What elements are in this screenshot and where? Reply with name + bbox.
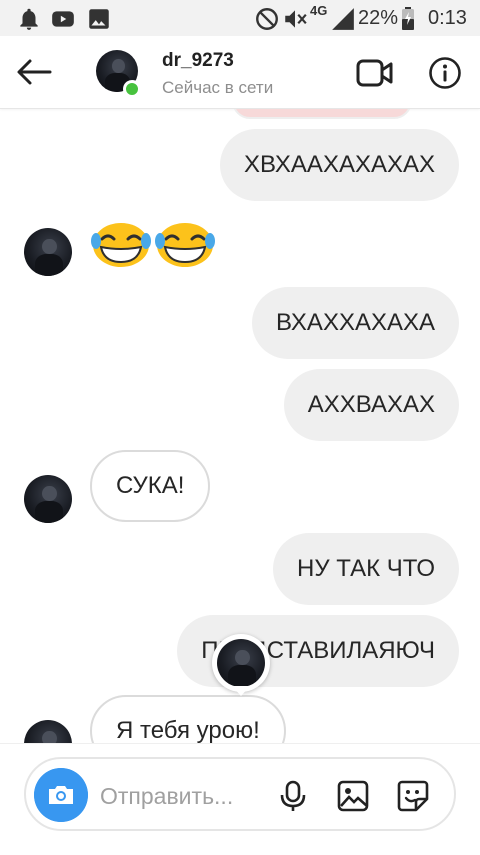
seen-indicator-pointer <box>232 686 250 696</box>
message-input[interactable] <box>100 781 260 811</box>
sender-avatar[interactable] <box>24 475 72 523</box>
network-type: 4G <box>310 3 328 18</box>
image-icon[interactable] <box>336 779 370 813</box>
notification-icon <box>20 8 38 30</box>
battery-percent: 22% <box>358 7 399 29</box>
sticker-icon[interactable] <box>396 779 430 813</box>
contact-username[interactable]: dr_9273 <box>162 50 234 72</box>
mute-icon <box>285 10 307 28</box>
video-call-icon[interactable] <box>356 58 394 88</box>
message-composer <box>24 757 456 831</box>
signal-icon <box>332 8 354 30</box>
info-icon[interactable] <box>428 56 462 90</box>
message-in[interactable]: СУКА! <box>90 450 211 522</box>
message-out[interactable]: НУ ТАК ЧТО <box>272 533 459 605</box>
back-arrow-icon[interactable] <box>14 54 56 90</box>
message-out[interactable]: АХХВАХАХ <box>283 369 459 441</box>
composer-bar <box>0 743 480 855</box>
battery-icon <box>402 7 414 30</box>
gallery-icon <box>89 9 109 29</box>
youtube-icon <box>52 11 74 27</box>
dnd-icon <box>256 8 278 30</box>
sender-avatar[interactable] <box>24 228 72 276</box>
previous-media-message[interactable] <box>232 109 412 119</box>
microphone-icon[interactable] <box>276 779 310 813</box>
sender-avatar[interactable] <box>24 720 72 743</box>
conversation-header: dr_9273 Сейчас в сети <box>0 36 480 109</box>
online-indicator <box>123 80 141 98</box>
message-out[interactable]: ХВХААХАХАХАХ <box>219 129 459 201</box>
status-bar: 4G 22% 0:13 <box>0 0 480 36</box>
laughing-emoji-icon[interactable] <box>154 219 216 269</box>
camera-icon[interactable] <box>34 768 88 822</box>
message-out[interactable]: ВХАХХАХАХА <box>251 287 459 359</box>
presence-status: Сейчас в сети <box>162 78 274 97</box>
seen-avatar-image <box>217 639 265 687</box>
message-in[interactable]: Я тебя урою! <box>90 695 286 743</box>
seen-indicator-avatar <box>212 634 270 692</box>
clock: 0:13 <box>428 7 467 29</box>
laughing-emoji-icon[interactable] <box>90 219 152 269</box>
